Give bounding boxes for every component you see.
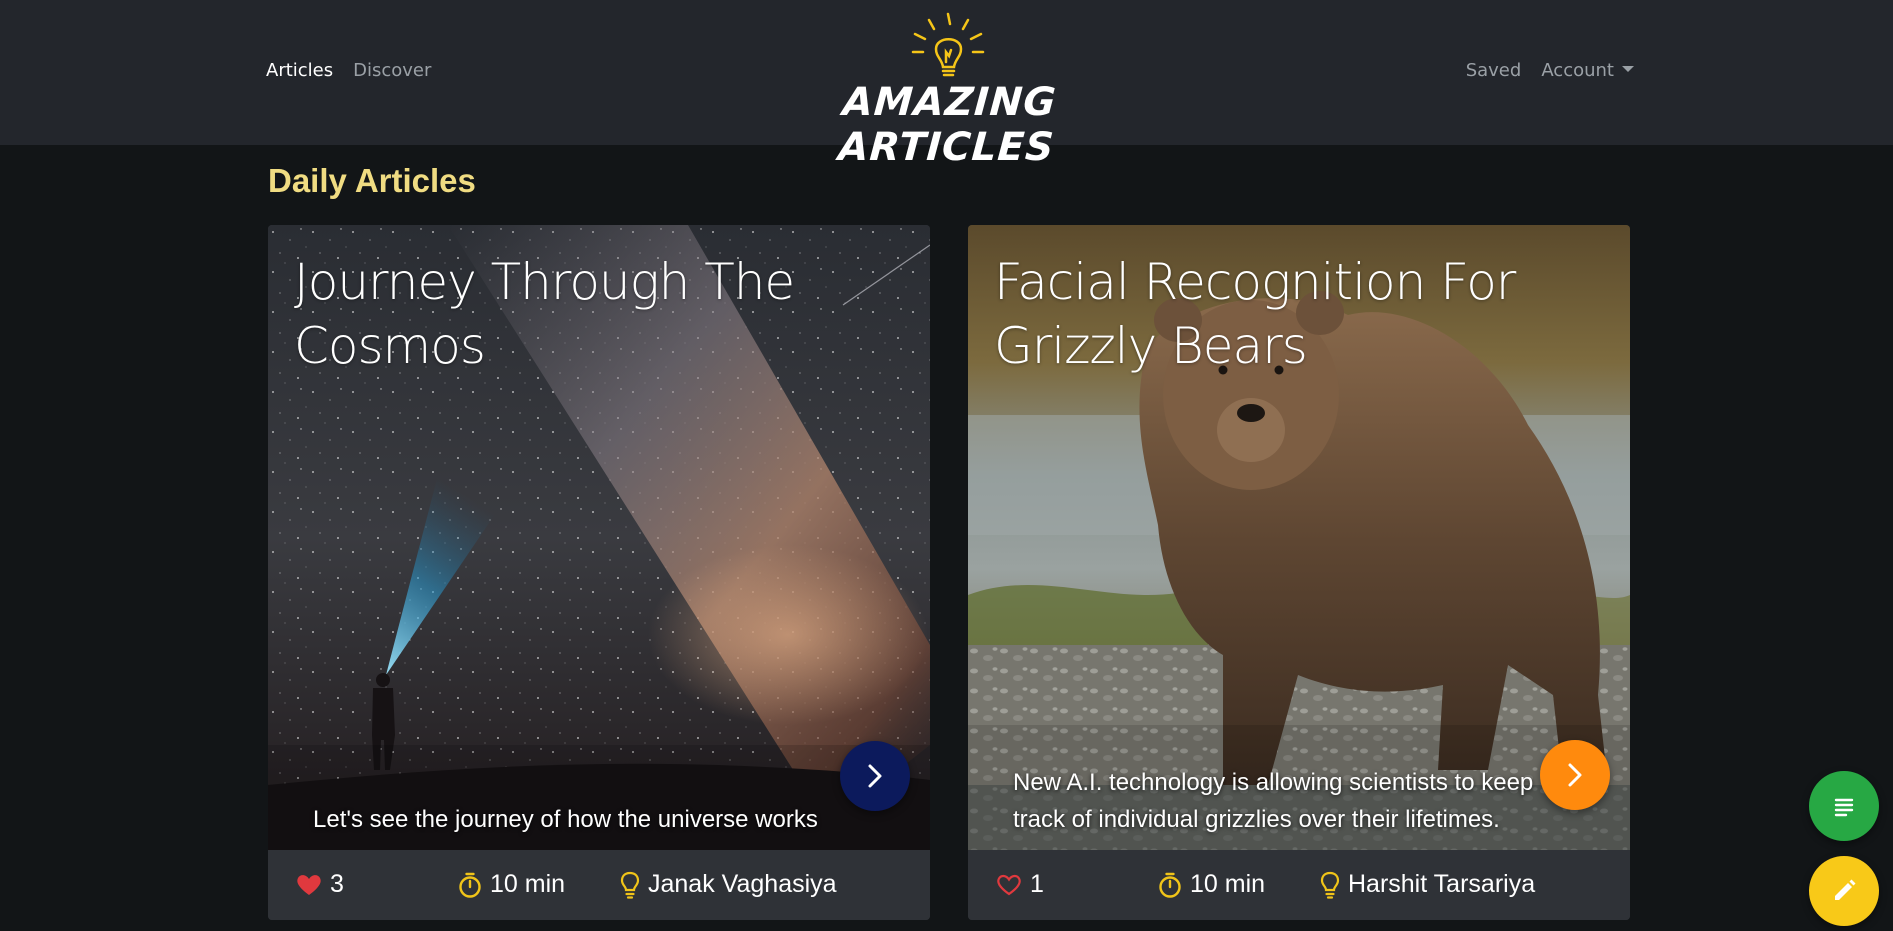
write-article-fab-button[interactable] xyxy=(1809,856,1879,926)
stopwatch-icon xyxy=(1159,872,1181,898)
likes-stat[interactable]: 3 xyxy=(296,870,344,899)
site-logo[interactable]: AMAZING ARTICLES xyxy=(763,12,1133,170)
read-article-button[interactable] xyxy=(1540,740,1610,810)
read-article-button[interactable] xyxy=(840,741,910,811)
chevron-right-icon xyxy=(1568,763,1582,787)
article-card[interactable]: Journey Through The Cosmos Let's see the… xyxy=(268,225,930,920)
likes-count: 1 xyxy=(1030,870,1044,898)
notes-icon xyxy=(1834,798,1854,817)
nav-right: Saved Account xyxy=(1466,60,1634,81)
likes-stat[interactable]: 1 xyxy=(996,870,1044,899)
card-title[interactable]: Facial Recognition For Grizzly Bears xyxy=(994,250,1594,378)
card-description: Let's see the journey of how the univers… xyxy=(313,806,818,833)
navbar: Articles Discover AMAZING ARTICLES Saved… xyxy=(0,0,1893,170)
account-dropdown[interactable]: Account xyxy=(1541,60,1634,81)
read-time-stat: 10 min xyxy=(1158,870,1265,899)
author-stat[interactable]: Janak Vaghasiya xyxy=(620,870,837,899)
caret-down-icon xyxy=(1622,66,1634,72)
likes-count: 3 xyxy=(330,870,344,898)
heart-icon[interactable] xyxy=(296,873,322,897)
card-title[interactable]: Journey Through The Cosmos xyxy=(294,250,894,378)
nav-saved-link[interactable]: Saved xyxy=(1466,60,1522,81)
read-time: 10 min xyxy=(1190,870,1266,898)
card-description: New A.I. technology is allowing scientis… xyxy=(1013,769,1534,833)
author-name[interactable]: Harshit Tarsariya xyxy=(1348,870,1535,899)
pencil-icon xyxy=(1835,879,1856,900)
stopwatch-icon xyxy=(459,872,481,898)
lightbulb-logo-icon xyxy=(911,12,985,77)
nav-discover-link[interactable]: Discover xyxy=(353,60,431,81)
lightbulb-icon xyxy=(1320,871,1340,899)
logo-text: AMAZING ARTICLES xyxy=(836,80,1058,170)
lightbulb-icon xyxy=(620,871,640,899)
nav-articles-link[interactable]: Articles xyxy=(266,60,333,81)
section-title: Daily Articles xyxy=(268,162,476,199)
heart-outline-icon[interactable] xyxy=(996,873,1022,897)
account-label: Account xyxy=(1541,60,1614,81)
author-stat[interactable]: Harshit Tarsariya xyxy=(1320,870,1535,899)
read-time: 10 min xyxy=(490,870,566,898)
article-card[interactable]: Facial Recognition For Grizzly Bears New… xyxy=(968,225,1630,920)
card-footer: 3 10 min Janak Vaghasiya xyxy=(268,850,930,920)
articles-fab-button[interactable] xyxy=(1809,771,1879,841)
card-footer: 1 10 min Harshit Tarsariya xyxy=(968,850,1630,920)
read-time-stat: 10 min xyxy=(458,870,565,899)
author-name[interactable]: Janak Vaghasiya xyxy=(648,870,837,899)
chevron-right-icon xyxy=(868,764,882,788)
nav-left: Articles Discover xyxy=(266,60,431,81)
